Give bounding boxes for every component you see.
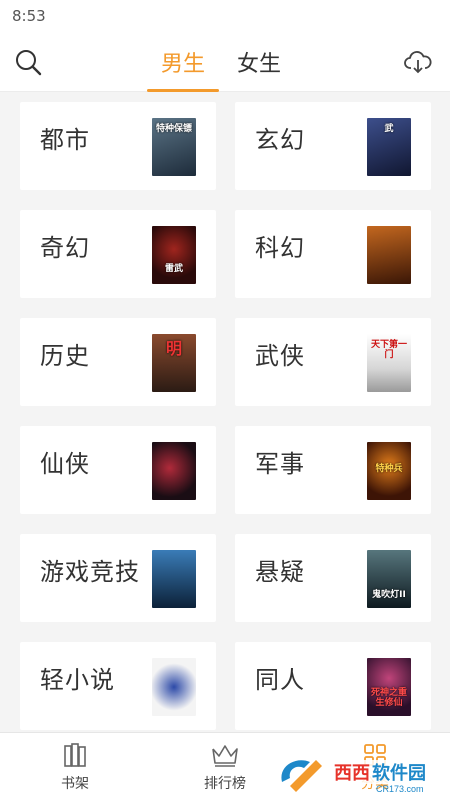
book-cover: 鬼吹灯ⅠⅠ (367, 550, 411, 608)
category-name: 科幻 (255, 233, 305, 262)
top-bar: 男生 女生 (0, 32, 450, 92)
category-card[interactable]: 都市 特种保镖 (20, 102, 216, 190)
category-name: 仙侠 (40, 449, 90, 478)
category-name: 武侠 (255, 341, 305, 370)
category-name: 奇幻 (40, 233, 90, 262)
svg-text:软件园: 软件园 (372, 762, 426, 783)
nav-bookshelf-label: 书架 (61, 776, 89, 792)
category-card[interactable]: 奇幻 雷武 (20, 210, 216, 298)
category-name: 历史 (40, 341, 90, 370)
crown-icon (212, 745, 238, 767)
status-bar: 8:53 (0, 0, 450, 32)
cloud-download-button[interactable] (400, 44, 436, 80)
watermark-logo: 西西 软件园 CR173.com (281, 760, 438, 794)
nav-ranking-label: 排行榜 (204, 776, 246, 792)
book-cover (152, 442, 196, 500)
category-name: 同人 (255, 665, 305, 694)
tab-male-label: 男生 (160, 52, 205, 77)
book-cover: 明 (152, 334, 196, 392)
category-name: 游戏竞技 (40, 557, 140, 586)
book-cover: 武 (367, 118, 411, 176)
book-cover: 特种兵 (367, 442, 411, 500)
category-card[interactable]: 悬疑 鬼吹灯ⅠⅠ (235, 534, 431, 622)
tab-male[interactable]: 男生 (145, 32, 221, 92)
svg-text:CR173.com: CR173.com (376, 784, 424, 794)
nav-bookshelf[interactable]: 书架 (30, 741, 120, 799)
book-cover (152, 550, 196, 608)
gender-tabs: 男生 女生 (145, 32, 297, 92)
book-cover (367, 226, 411, 284)
cover-title: 天下第一门 (370, 340, 407, 360)
book-cover: 死神之重生修仙 (367, 658, 411, 716)
category-card[interactable]: 游戏竞技 (20, 534, 216, 622)
search-button[interactable] (10, 44, 46, 80)
cover-title: 雷武 (164, 264, 183, 274)
book-cover: 雷武 (152, 226, 196, 284)
category-card[interactable]: 玄幻 武 (235, 102, 431, 190)
category-name: 都市 (40, 125, 90, 154)
book-cover: 特种保镖 (152, 118, 196, 176)
category-card[interactable]: 军事 特种兵 (235, 426, 431, 514)
search-icon (16, 50, 42, 76)
cloud-download-icon (404, 51, 432, 74)
cover-title: 死神之重生修仙 (370, 688, 407, 708)
cover-title: 武 (384, 124, 394, 134)
category-card[interactable]: 科幻 (235, 210, 431, 298)
category-card[interactable]: 仙侠 (20, 426, 216, 514)
category-card[interactable]: 历史 明 (20, 318, 216, 406)
watermark: 西西 软件园 CR173.com (276, 752, 444, 794)
book-cover: 天下第一门 (367, 334, 411, 392)
category-card[interactable]: 武侠 天下第一门 (235, 318, 431, 406)
category-name: 悬疑 (255, 557, 305, 586)
cover-title: 特种兵 (375, 464, 403, 474)
cover-title: 特种保镖 (155, 124, 192, 134)
cover-title: 明 (165, 339, 182, 358)
tab-female-label: 女生 (236, 52, 281, 77)
category-name: 玄幻 (255, 125, 305, 154)
bookshelf-icon (64, 743, 86, 767)
cover-title: 鬼吹灯ⅠⅠ (372, 590, 406, 600)
category-card[interactable]: 轻小说 (20, 642, 216, 730)
book-cover (152, 658, 196, 716)
nav-ranking[interactable]: 排行榜 (180, 741, 270, 799)
category-grid: 都市 特种保镖 玄幻 武 奇幻 雷武 科幻 历史 明 武侠 天下第一门 仙侠 军… (0, 92, 450, 732)
tab-female[interactable]: 女生 (221, 32, 297, 92)
category-name: 轻小说 (40, 665, 115, 694)
category-card[interactable]: 同人 死神之重生修仙 (235, 642, 431, 730)
category-name: 军事 (255, 449, 305, 478)
svg-text:西西: 西西 (334, 763, 370, 783)
status-time: 8:53 (12, 7, 46, 25)
